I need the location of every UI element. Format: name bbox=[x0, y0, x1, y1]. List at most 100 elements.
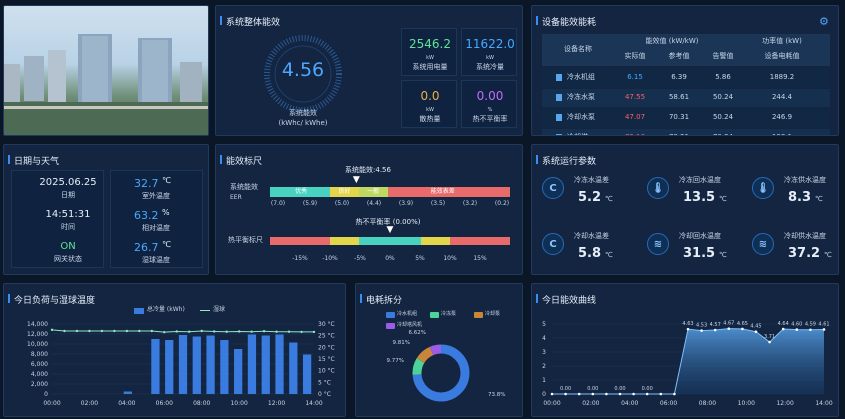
col-name: 设备名称 bbox=[564, 45, 592, 53]
x-tick: 14:00 bbox=[815, 400, 832, 407]
wet-bulb-point bbox=[262, 330, 266, 333]
row-power: 188.1 bbox=[772, 134, 792, 136]
metric-card: 2546.2 kW 系统用电量 bbox=[401, 28, 457, 76]
panel-title: 设备能效能耗 bbox=[535, 15, 596, 28]
param-glyph: C bbox=[549, 182, 557, 194]
load-bar bbox=[192, 336, 201, 394]
efficiency-point bbox=[577, 392, 581, 396]
y-left-tick: 14,000 bbox=[27, 321, 48, 328]
wet-bulb: 26.7 bbox=[134, 241, 159, 254]
eer-caption: 系统能效:4.56 bbox=[345, 166, 391, 174]
wet-bulb-point bbox=[163, 330, 166, 334]
metric-value: 11622.0 bbox=[465, 37, 515, 51]
y-right-tick: 15 °C bbox=[318, 356, 335, 363]
efficiency-point bbox=[686, 327, 690, 331]
pie-label: 6.62% bbox=[409, 330, 426, 336]
eer-tick: (5.9) bbox=[302, 200, 318, 207]
x-tick: 10:00 bbox=[230, 400, 247, 407]
load-bar bbox=[178, 335, 188, 394]
eer-tick: (7.0) bbox=[270, 200, 286, 207]
metric-card: 0.0 kW 散热量 bbox=[401, 80, 457, 128]
device-icon bbox=[556, 134, 562, 135]
row-actual: 47.07 bbox=[624, 113, 646, 121]
wet-bulb-point bbox=[237, 330, 241, 333]
metric-card: 11622.0 kW 系统冷量 bbox=[461, 28, 517, 76]
x-tick: 04:00 bbox=[621, 400, 638, 407]
param-value: 13.5 bbox=[683, 190, 716, 205]
point-label: 4.67 bbox=[723, 321, 734, 327]
y-left-tick: 2,000 bbox=[31, 381, 48, 388]
wet-bulb-unit: ℃ bbox=[162, 240, 171, 249]
efficiency-point bbox=[618, 392, 622, 396]
heat-label: 热平衡标尺 bbox=[228, 236, 263, 244]
x-tick: 00:00 bbox=[543, 400, 560, 407]
param-unit: ℃ bbox=[605, 251, 613, 259]
y-left-tick: 6,000 bbox=[31, 361, 48, 368]
eer-tick: (0.2) bbox=[494, 200, 510, 207]
point-label: 4.45 bbox=[750, 324, 761, 330]
point-label: 4.60 bbox=[791, 322, 802, 328]
wet-bulb-point bbox=[125, 329, 129, 333]
row-ref: 6.39 bbox=[671, 73, 687, 81]
efficiency-curve-panel: 今日能效曲线 0 1 2 3 4 5 00:00 02:00 04:00 06:00 08:00 10… bbox=[531, 283, 839, 417]
efficiency-point bbox=[741, 327, 744, 331]
y-tick: 1 bbox=[542, 377, 546, 384]
x-tick: 12:00 bbox=[268, 400, 285, 407]
param-glyph: 🌡 bbox=[651, 182, 665, 194]
point-label: 0.00 bbox=[560, 386, 571, 392]
humidity: 63.2 bbox=[134, 209, 159, 222]
y-left-tick: 4,000 bbox=[31, 371, 48, 378]
wet-bulb-point bbox=[63, 329, 66, 333]
param-glyph: C bbox=[549, 238, 557, 250]
param-glyph: ≋ bbox=[758, 238, 768, 250]
wet-bulb-point bbox=[88, 329, 91, 333]
x-tick: 06:00 bbox=[660, 400, 677, 407]
param-unit: ℃ bbox=[824, 251, 832, 259]
param-value: 5.8 bbox=[578, 246, 602, 261]
load-bar bbox=[261, 335, 270, 394]
efficiency-point bbox=[809, 328, 812, 332]
point-label: 4.59 bbox=[805, 322, 816, 328]
metric-label: 系统用电量 bbox=[412, 63, 448, 71]
eer-segment-label: 优秀 bbox=[295, 188, 308, 195]
efficiency-point bbox=[550, 392, 554, 396]
param-label: 冷冻供水温度 bbox=[784, 176, 826, 184]
y-right-tick: 20 °C bbox=[318, 344, 335, 351]
y-tick: 4 bbox=[542, 335, 546, 342]
wet-bulb-point bbox=[175, 330, 178, 333]
param-label: 冷却水温差 bbox=[574, 232, 609, 240]
efficiency-unit: (kWhc/ kWhe) bbox=[278, 119, 328, 127]
metric-value: 0.0 bbox=[420, 89, 440, 103]
heat-segment bbox=[450, 237, 510, 245]
panel-title: 能效标尺 bbox=[219, 154, 262, 167]
equipment-efficiency-panel: 设备能效能耗 ⚙ 设备名称 能效值 (kW/kW) 功率值 (kW) 实际值 参… bbox=[531, 5, 839, 136]
efficiency-point bbox=[591, 392, 595, 396]
heat-tick: 10% bbox=[443, 255, 457, 262]
efficiency-point bbox=[605, 392, 608, 396]
eer-tick: (3.2) bbox=[462, 200, 478, 207]
row-ref: 78.21 bbox=[669, 134, 689, 136]
gear-icon[interactable]: ⚙ bbox=[819, 16, 829, 27]
eer-tick: (3.9) bbox=[398, 200, 414, 207]
heat-tick: -15% bbox=[292, 255, 308, 262]
eer-segment-label: 一般 bbox=[367, 188, 380, 195]
wet-bulb-point bbox=[287, 330, 291, 333]
param-unit: ℃ bbox=[605, 195, 613, 203]
x-tick: 12:00 bbox=[776, 400, 793, 407]
gateway-status: ON bbox=[60, 241, 76, 252]
pie-label: 9.77% bbox=[387, 358, 404, 364]
load-bar bbox=[302, 354, 312, 394]
y-left-tick: 0 bbox=[44, 391, 48, 398]
eer-tick: (4.4) bbox=[366, 200, 382, 207]
efficiency-point bbox=[645, 392, 649, 396]
row-name: 冷却水泵 bbox=[567, 113, 595, 121]
efficiency-point bbox=[564, 392, 567, 396]
param-glyph: 🌡 bbox=[756, 182, 770, 194]
point-label: 4.65 bbox=[737, 321, 748, 327]
param-label: 冷冻水温差 bbox=[574, 176, 609, 184]
dashboard: 系统整体能效 4.56 系统能效 (kWhc/ kWhe) 2546.2 kW 系统… bbox=[0, 0, 845, 419]
y-tick: 3 bbox=[542, 349, 546, 356]
heat-segment bbox=[330, 237, 359, 245]
building-photo bbox=[3, 5, 209, 136]
metric-unit: kW bbox=[486, 55, 494, 61]
